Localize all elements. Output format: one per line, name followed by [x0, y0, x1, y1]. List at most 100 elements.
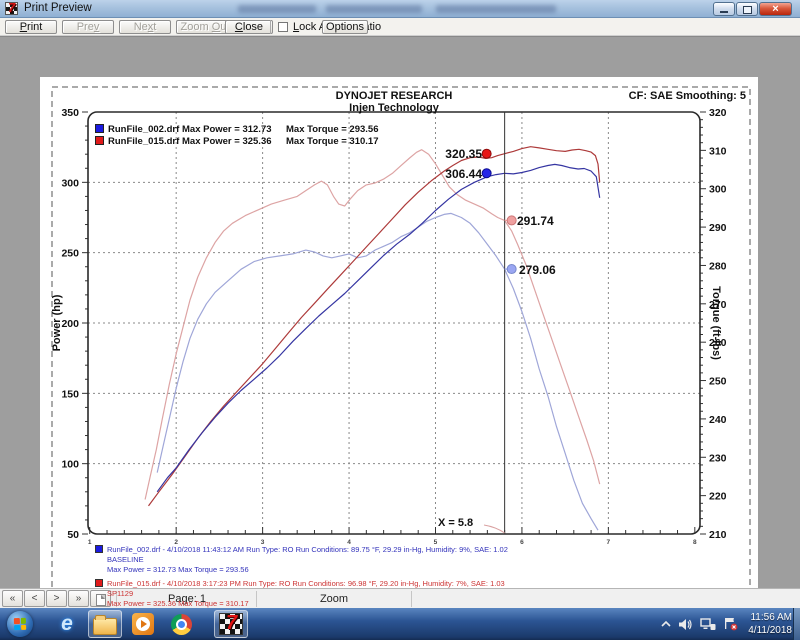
window-title: Print Preview	[24, 2, 92, 14]
svg-text:290: 290	[709, 222, 727, 234]
svg-text:200: 200	[61, 318, 79, 330]
prev-page-button[interactable]: <	[24, 590, 45, 607]
chart-legend: RunFile_002.drfMax Power = 312.73Max Tor…	[95, 124, 379, 148]
chart-correction-info: CF: SAE Smoothing: 5	[629, 90, 746, 102]
clock-date: 4/11/2018	[748, 624, 792, 637]
taskbar-winpep7[interactable]: 7	[214, 610, 248, 638]
print-button[interactable]: Print	[5, 20, 57, 34]
close-preview-button[interactable]: Close	[225, 20, 273, 34]
svg-text:300: 300	[709, 184, 727, 196]
series-runfile-015-drf-torque	[145, 150, 600, 500]
chart-curves	[145, 147, 600, 531]
winpep7-icon: 7	[219, 613, 243, 635]
y-right-axis-label: Torque (ft-lbs)	[710, 286, 722, 360]
svg-text:6: 6	[520, 539, 524, 546]
hidden-icons-arrow-icon[interactable]	[661, 620, 671, 628]
legend-max-torque: Max Torque = 310.17	[286, 136, 379, 147]
run-swatch-blue	[95, 545, 103, 553]
chart-frame: 1234567835030025020015010050320310300290…	[61, 107, 726, 546]
svg-text:280: 280	[709, 260, 727, 272]
next-button[interactable]: Next	[119, 20, 171, 34]
restore-button[interactable]	[736, 2, 758, 16]
svg-text:150: 150	[61, 388, 79, 400]
close-window-button[interactable]: ×	[759, 2, 792, 16]
redacted-title-text	[436, 5, 556, 13]
svg-text:1: 1	[88, 539, 92, 546]
chrome-icon	[171, 614, 192, 635]
run-annotations: RunFile_002.drf - 4/10/2018 11:43:12 AM …	[95, 545, 508, 609]
cursor-dot	[507, 216, 516, 225]
chart-subtitle: Injen Technology	[349, 102, 439, 114]
svg-text:350: 350	[61, 107, 79, 119]
last-page-button[interactable]: »	[68, 590, 89, 607]
cursor-dot	[482, 169, 491, 178]
minimize-icon	[720, 11, 728, 13]
options-button[interactable]: Options	[322, 20, 368, 34]
svg-text:250: 250	[61, 248, 79, 260]
chart-title: DYNOJET RESEARCH	[336, 90, 453, 102]
show-desktop-button[interactable]	[793, 608, 800, 640]
preview-client-area: 1234567835030025020015010050320310300290…	[0, 36, 800, 588]
toolbar: Print Prev Next Zoom Out Close Lock Aspe…	[0, 18, 800, 36]
volume-icon[interactable]	[678, 618, 693, 631]
svg-text:250: 250	[709, 376, 727, 388]
svg-text:50: 50	[67, 529, 79, 541]
svg-text:310: 310	[709, 145, 727, 157]
run-info-line: RunFile_015.drf - 4/10/2018 3:17:23 PM R…	[107, 579, 505, 588]
series-runfile-015-drf-power	[149, 147, 600, 506]
internet-explorer-icon: e	[61, 612, 73, 636]
legend-row: RunFile_002.drfMax Power = 312.73Max Tor…	[95, 124, 379, 136]
cursor-value-power-015: 320.35	[420, 147, 482, 161]
y-left-axis-label: Power (hp)	[51, 295, 63, 352]
taskbar-clock[interactable]: 11:56 AM 4/11/2018	[748, 611, 792, 637]
lock-aspect-checkbox[interactable]	[278, 22, 288, 32]
svg-text:240: 240	[709, 414, 727, 426]
folder-icon	[93, 618, 117, 635]
minimize-button[interactable]	[713, 2, 735, 16]
svg-text:220: 220	[709, 491, 727, 503]
taskbar: e 7 11:56 AM 4/11/2018	[0, 608, 800, 640]
run-max-line: Max Power = 325.36 Max Torque = 310.17	[107, 599, 508, 609]
svg-text:8: 8	[693, 539, 697, 546]
run-annotation-sp1129: RunFile_015.drf - 4/10/2018 3:17:23 PM R…	[95, 579, 508, 609]
app-icon: 7	[5, 2, 18, 15]
legend-max-torque: Max Torque = 293.56	[286, 124, 379, 135]
taskbar-windows-explorer[interactable]	[88, 610, 122, 638]
taskbar-chrome[interactable]	[164, 610, 198, 638]
cursor-x-label: X = 5.8	[438, 517, 473, 529]
run-name: SP1129	[107, 589, 508, 599]
taskbar-media-player[interactable]	[126, 610, 160, 638]
svg-text:7: 7	[607, 539, 611, 546]
next-page-button[interactable]: >	[46, 590, 67, 607]
start-button[interactable]	[7, 611, 33, 637]
legend-swatch-blue	[95, 124, 104, 133]
legend-file: RunFile_015.drf	[108, 136, 182, 148]
redacted-title-text	[238, 5, 316, 13]
run-name: BASELINE	[107, 555, 508, 565]
cursor-value-torque-015: 291.74	[517, 214, 554, 228]
redacted-title-text	[326, 5, 422, 13]
dyno-chart: 1234567835030025020015010050320310300290…	[40, 77, 758, 623]
taskbar-internet-explorer[interactable]: e	[50, 610, 84, 638]
first-page-button[interactable]: «	[2, 590, 23, 607]
toolbar-separator	[270, 20, 271, 34]
screen: { "window": { "title": "Print Preview", …	[0, 0, 800, 640]
cursor-value-torque-002: 279.06	[519, 263, 556, 277]
legend-max-power: Max Power = 325.36	[182, 136, 286, 148]
run-swatch-red	[95, 579, 103, 587]
legend-row: RunFile_015.drfMax Power = 325.36Max Tor…	[95, 136, 379, 148]
network-icon[interactable]	[700, 618, 716, 631]
svg-text:230: 230	[709, 452, 727, 464]
svg-text:320: 320	[709, 107, 727, 119]
legend-max-power: Max Power = 312.73	[182, 124, 286, 136]
prev-button[interactable]: Prev	[62, 20, 114, 34]
run-annotation-baseline: RunFile_002.drf - 4/10/2018 11:43:12 AM …	[95, 545, 508, 575]
legend-file: RunFile_002.drf	[108, 124, 182, 136]
action-center-flag-icon[interactable]	[723, 617, 738, 631]
chart-gridlines	[88, 112, 700, 534]
svg-text:210: 210	[709, 529, 727, 541]
run-info-line: RunFile_002.drf - 4/10/2018 11:43:12 AM …	[107, 545, 508, 554]
restore-icon	[743, 6, 752, 14]
title-bar[interactable]: 7 Print Preview ×	[0, 0, 800, 18]
cursor-dot	[507, 265, 516, 274]
